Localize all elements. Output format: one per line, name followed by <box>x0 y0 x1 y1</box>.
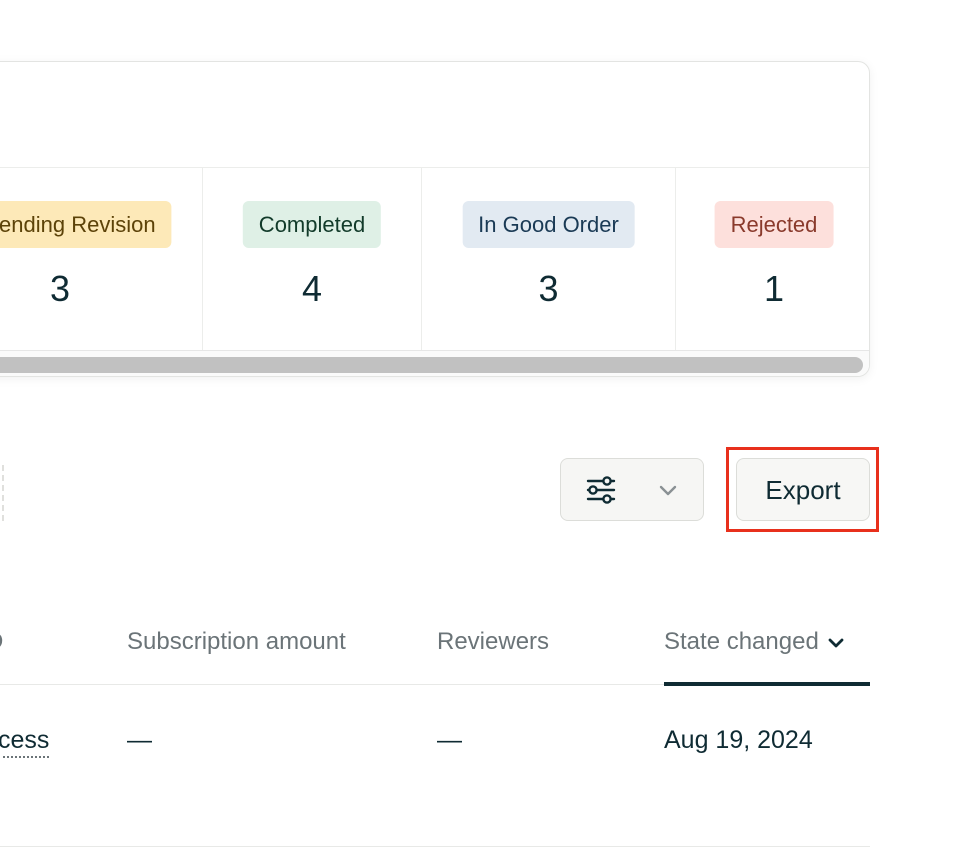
filter-dropdown-button[interactable] <box>560 458 704 521</box>
status-tiles: Pending Revision 3 Completed 4 In Good O… <box>0 168 869 350</box>
status-badge: Completed <box>242 201 382 248</box>
status-tile-rejected[interactable]: Rejected 1 <box>676 168 869 350</box>
status-count: 3 <box>538 268 559 309</box>
chevron-down-icon[interactable] <box>827 634 845 652</box>
column-header-reviewers[interactable]: Reviewers <box>437 628 549 656</box>
chevron-down-icon <box>659 485 677 496</box>
table-cell-state-changed: Aug 19, 2024 <box>664 726 813 754</box>
status-badge: In Good Order <box>462 201 635 248</box>
table-cell-reviewers: — <box>437 726 462 754</box>
search-input-edge[interactable] <box>0 465 4 521</box>
column-header-state-changed[interactable]: State changed <box>664 628 845 656</box>
scrollbar-thumb[interactable] <box>0 357 863 373</box>
status-count: 4 <box>301 268 323 309</box>
column-header-subscription-amount[interactable]: Subscription amount <box>127 628 346 656</box>
status-summary-card: Pending Revision 3 Completed 4 In Good O… <box>0 61 870 377</box>
status-badge: Pending Revision <box>0 201 172 248</box>
page: Pending Revision 3 Completed 4 In Good O… <box>0 0 972 854</box>
export-button[interactable]: Export <box>736 458 870 521</box>
table-row-divider <box>0 846 870 847</box>
column-header[interactable]: D <box>0 628 3 656</box>
table-cell-link[interactable]: cess <box>0 726 50 758</box>
status-count: 3 <box>49 268 71 309</box>
cell-link-text[interactable]: cess <box>0 726 50 758</box>
column-header-label: State changed <box>664 628 819 655</box>
table-cell-subscription-amount: — <box>127 726 152 754</box>
status-tile-pending-revision[interactable]: Pending Revision 3 <box>0 168 203 350</box>
active-sort-underline <box>664 682 870 686</box>
status-badge: Rejected <box>714 201 834 248</box>
status-tile-completed[interactable]: Completed 4 <box>203 168 422 350</box>
horizontal-scrollbar[interactable] <box>0 350 869 376</box>
card-header <box>0 62 869 168</box>
status-count: 1 <box>763 268 785 309</box>
sliders-icon <box>586 476 616 504</box>
status-tile-in-good-order[interactable]: In Good Order 3 <box>422 168 676 350</box>
